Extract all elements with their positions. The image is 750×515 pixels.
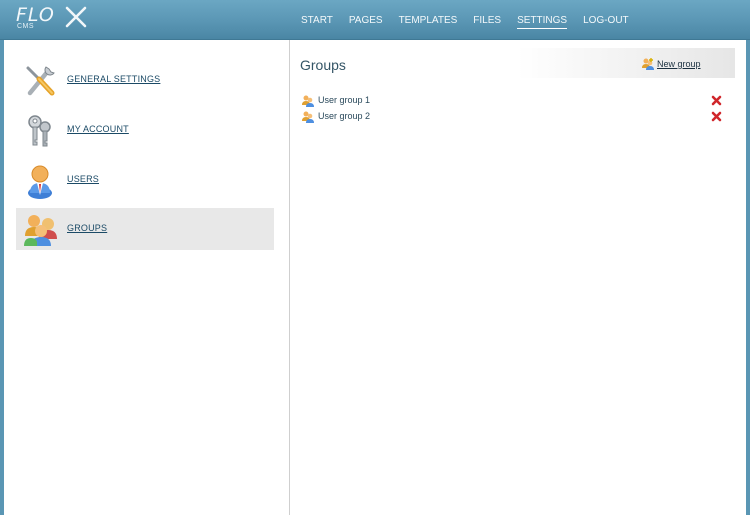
sidebar-item-general-settings[interactable]: GENERAL SETTINGS [16,59,274,101]
content-area: GENERAL SETTINGS MY ACCOUNT USERS GROUPS… [4,40,746,515]
nav-templates[interactable]: TEMPLATES [399,15,458,29]
sidebar-item-label: GENERAL SETTINGS [67,74,161,84]
group-icon [302,111,314,123]
sidebar-item-label: GROUPS [67,223,108,233]
column-divider [289,40,290,515]
nav-pages[interactable]: PAGES [349,15,383,29]
flox-logo[interactable]: FLO CMS [16,4,87,36]
nav-files[interactable]: FILES [473,15,501,29]
nav-settings[interactable]: SETTINGS [517,15,568,29]
logo-x-icon [65,6,87,28]
groups-header: Groups New group [300,48,735,78]
group-icon [24,215,57,246]
keys-icon [28,115,51,147]
group-icon [302,95,314,107]
new-group-button[interactable]: New group [641,57,701,71]
tools-icon [26,66,55,96]
logo-subtitle: CMS [17,23,35,30]
list-item: User group 2 [301,110,726,124]
nav-logout[interactable]: LOG-OUT [583,15,629,29]
sidebar-item-groups[interactable]: GROUPS [16,208,274,250]
sidebar-item-label: MY ACCOUNT [67,124,129,134]
list-item: User group 1 [301,94,726,108]
new-group-label: New group [657,59,701,69]
nav-start[interactable]: START [301,15,333,29]
sidebar-item-users[interactable]: USERS [16,159,274,201]
group-name-link[interactable]: User group 1 [318,95,370,105]
top-nav: START PAGES TEMPLATES FILES SETTINGS LOG… [301,15,645,29]
sidebar-item-my-account[interactable]: MY ACCOUNT [16,109,274,151]
frame-right-edge [746,40,750,515]
user-icon [28,165,52,199]
header-bar: FLO CMS START PAGES TEMPLATES FILES SETT… [0,0,750,40]
sidebar-item-label: USERS [67,174,100,184]
group-name-link[interactable]: User group 2 [318,111,370,121]
add-group-icon [642,58,654,70]
page-title: Groups [300,57,346,73]
delete-icon[interactable] [711,95,722,106]
delete-icon[interactable] [711,111,722,122]
